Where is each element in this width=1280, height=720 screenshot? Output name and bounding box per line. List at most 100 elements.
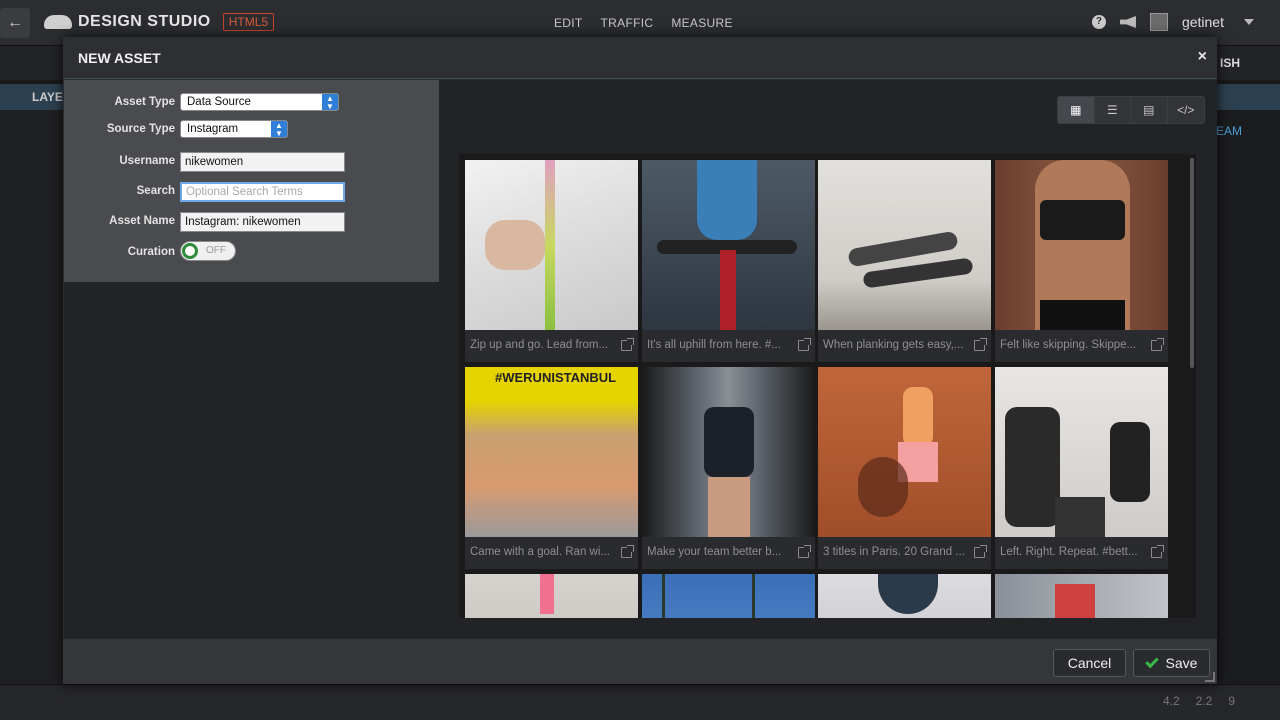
megaphone-icon[interactable]: [1119, 16, 1136, 28]
right-panel-header: [1216, 84, 1280, 110]
asset-type-select[interactable]: Data Source ▲ ▼: [180, 93, 339, 111]
post-caption: 3 titles in Paris. 20 Grand ...: [818, 537, 991, 569]
post-image[interactable]: [642, 367, 815, 537]
grid-card[interactable]: When planking gets easy,...: [818, 160, 991, 362]
username-label: Username: [119, 155, 175, 167]
close-icon[interactable]: ×: [1198, 48, 1207, 66]
external-link-icon[interactable]: [1151, 338, 1164, 351]
username-row: Username: [64, 152, 439, 172]
source-type-label: Source Type: [106, 123, 175, 135]
publish-label[interactable]: ISH: [1220, 56, 1240, 70]
android-version: 2.2: [1195, 694, 1213, 708]
select-arrows-icon: ▲ ▼: [322, 94, 338, 111]
help-icon[interactable]: ?: [1091, 15, 1106, 29]
source-type-select[interactable]: Instagram ▲ ▼: [180, 120, 288, 138]
avatar[interactable]: [1149, 13, 1168, 31]
code-view-icon[interactable]: </>: [1167, 97, 1204, 123]
toggle-state: OFF: [206, 245, 226, 256]
logo-text: DESIGN STUDIO: [78, 13, 211, 30]
cloud-logo-icon: [44, 15, 72, 29]
save-label: Save: [1165, 655, 1198, 671]
curation-label: Curation: [127, 246, 175, 258]
grid-card[interactable]: Left. Right. Repeat. #bett...: [995, 367, 1168, 569]
post-caption: Felt like skipping. Skippe...: [995, 330, 1168, 362]
user-name[interactable]: getinet: [1182, 14, 1224, 30]
external-link-icon[interactable]: [621, 545, 634, 558]
search-input[interactable]: [180, 182, 345, 202]
post-image[interactable]: [995, 367, 1168, 537]
save-button[interactable]: Save: [1133, 649, 1210, 677]
grid-scrollbar[interactable]: [1188, 154, 1196, 618]
external-link-icon[interactable]: [798, 545, 811, 558]
post-image[interactable]: [818, 160, 991, 330]
dialog-footer: Cancel Save: [63, 638, 1217, 684]
source-type-value: Instagram: [187, 123, 239, 135]
source-type-row: Source Type Instagram ▲ ▼: [64, 120, 439, 140]
grid-card[interactable]: [818, 574, 991, 618]
grid-card[interactable]: [995, 574, 1168, 618]
post-image[interactable]: [642, 574, 815, 618]
post-image[interactable]: [818, 574, 991, 618]
grid-card[interactable]: Zip up and go. Lead from...: [465, 160, 638, 362]
external-link-icon[interactable]: [974, 338, 987, 351]
layers-header: LAYE: [0, 84, 64, 110]
grid-card[interactable]: It's all uphill from here. #...: [642, 160, 815, 362]
chevron-down-icon[interactable]: [1244, 19, 1254, 25]
post-image[interactable]: [465, 574, 638, 618]
asset-name-row: Asset Name: [64, 212, 439, 232]
nav-measure[interactable]: MEASURE: [671, 16, 732, 30]
caption-text: Zip up and go. Lead from...: [470, 339, 609, 351]
grid-card[interactable]: Felt like skipping. Skippe...: [995, 160, 1168, 362]
view-mode-tabs: ▦ ☰ ▤ </>: [1057, 96, 1205, 124]
select-arrows-icon: ▲ ▼: [271, 121, 287, 138]
grid-card[interactable]: #WERUNISTANBUL Came with a goal. Ran wi.…: [465, 367, 638, 569]
search-label: Search: [136, 185, 175, 197]
asset-type-label: Asset Type: [114, 96, 175, 108]
top-nav: EDIT TRAFFIC MEASURE: [554, 16, 733, 30]
dialog-header: NEW ASSET ×: [63, 37, 1217, 79]
post-image[interactable]: [995, 160, 1168, 330]
nav-edit[interactable]: EDIT: [554, 16, 583, 30]
username-field[interactable]: [180, 152, 345, 172]
post-caption: Came with a goal. Ran wi...: [465, 537, 638, 569]
grid-card[interactable]: [642, 574, 815, 618]
external-link-icon[interactable]: [798, 338, 811, 351]
post-image[interactable]: #WERUNISTANBUL: [465, 367, 638, 537]
post-caption: Zip up and go. Lead from...: [465, 330, 638, 362]
cancel-button[interactable]: Cancel: [1053, 649, 1126, 677]
scroll-thumb[interactable]: [1190, 158, 1194, 368]
grid-card[interactable]: 3 titles in Paris. 20 Grand ...: [818, 367, 991, 569]
grid-card[interactable]: [465, 574, 638, 618]
post-caption: Left. Right. Repeat. #bett...: [995, 537, 1168, 569]
caption-text: Felt like skipping. Skippe...: [1000, 339, 1137, 351]
curation-toggle[interactable]: OFF: [180, 241, 236, 261]
grid-card[interactable]: Make your team better b...: [642, 367, 815, 569]
html5-badge: HTML5: [222, 13, 275, 31]
external-link-icon[interactable]: [621, 338, 634, 351]
post-image[interactable]: [642, 160, 815, 330]
asset-name-field[interactable]: [180, 212, 345, 232]
asset-form: Asset Type Data Source ▲ ▼ Source Type In…: [64, 80, 439, 282]
toggle-knob: [182, 243, 198, 259]
right-panel: EAM: [1216, 84, 1280, 684]
post-image[interactable]: [818, 367, 991, 537]
caption-text: It's all uphill from here. #...: [647, 339, 781, 351]
grid-view-icon[interactable]: ▦: [1058, 97, 1095, 123]
list-view-icon[interactable]: ☰: [1094, 97, 1131, 123]
app-logo: DESIGN STUDIO HTML5: [44, 13, 275, 31]
card-view-icon[interactable]: ▤: [1131, 97, 1168, 123]
stream-tab[interactable]: EAM: [1216, 124, 1242, 138]
caption-text: Came with a goal. Ran wi...: [470, 546, 610, 558]
asset-type-row: Asset Type Data Source ▲ ▼: [64, 93, 439, 113]
external-link-icon[interactable]: [1151, 545, 1164, 558]
caption-text: Left. Right. Repeat. #bett...: [1000, 546, 1138, 558]
check-icon: [1144, 654, 1159, 669]
post-image[interactable]: [995, 574, 1168, 618]
nav-traffic[interactable]: TRAFFIC: [601, 16, 654, 30]
ie-version: 9: [1228, 694, 1235, 708]
resize-handle-icon[interactable]: [1205, 672, 1215, 682]
search-row: Search: [64, 182, 439, 202]
post-image[interactable]: [465, 160, 638, 330]
external-link-icon[interactable]: [974, 545, 987, 558]
arrow-left-icon[interactable]: ←: [0, 8, 30, 38]
